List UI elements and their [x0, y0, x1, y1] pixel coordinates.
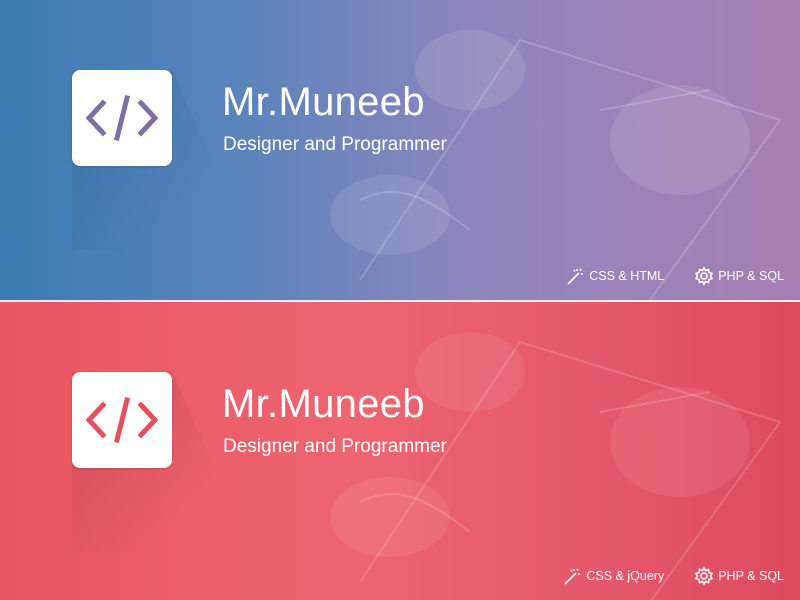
- skill-label: PHP & SQL: [718, 569, 784, 583]
- banner-red: Mr.Muneeb Designer and Programmer CSS & …: [0, 302, 800, 600]
- skill-item: CSS & HTML: [565, 266, 664, 286]
- logo-tile: [72, 372, 172, 468]
- banner-subtitle: Designer and Programmer: [223, 436, 447, 457]
- skills-list: CSS & HTML PHP & SQL: [565, 266, 784, 286]
- code-brackets-icon: [85, 396, 159, 444]
- gear-icon: [695, 266, 714, 286]
- banner-title: Mr.Muneeb: [222, 382, 425, 426]
- skills-list: CSS & jQuery PHP & SQL: [562, 566, 784, 586]
- skill-label: CSS & jQuery: [586, 569, 665, 583]
- gear-icon: [695, 566, 714, 586]
- magic-wand-icon: [564, 568, 581, 585]
- magic-wand-icon: [567, 268, 584, 285]
- logo-tile: [72, 70, 172, 166]
- skill-item: PHP & SQL: [694, 566, 784, 586]
- skill-item: CSS & jQuery: [562, 566, 664, 586]
- skill-label: PHP & SQL: [718, 269, 784, 283]
- skill-label: CSS & HTML: [589, 269, 665, 283]
- banner-title: Mr.Muneeb: [222, 80, 425, 124]
- banner-subtitle: Designer and Programmer: [223, 134, 447, 155]
- skill-item: PHP & SQL: [694, 266, 784, 286]
- code-brackets-icon: [85, 94, 159, 142]
- banner-blue: Mr.Muneeb Designer and Programmer CSS & …: [0, 0, 800, 300]
